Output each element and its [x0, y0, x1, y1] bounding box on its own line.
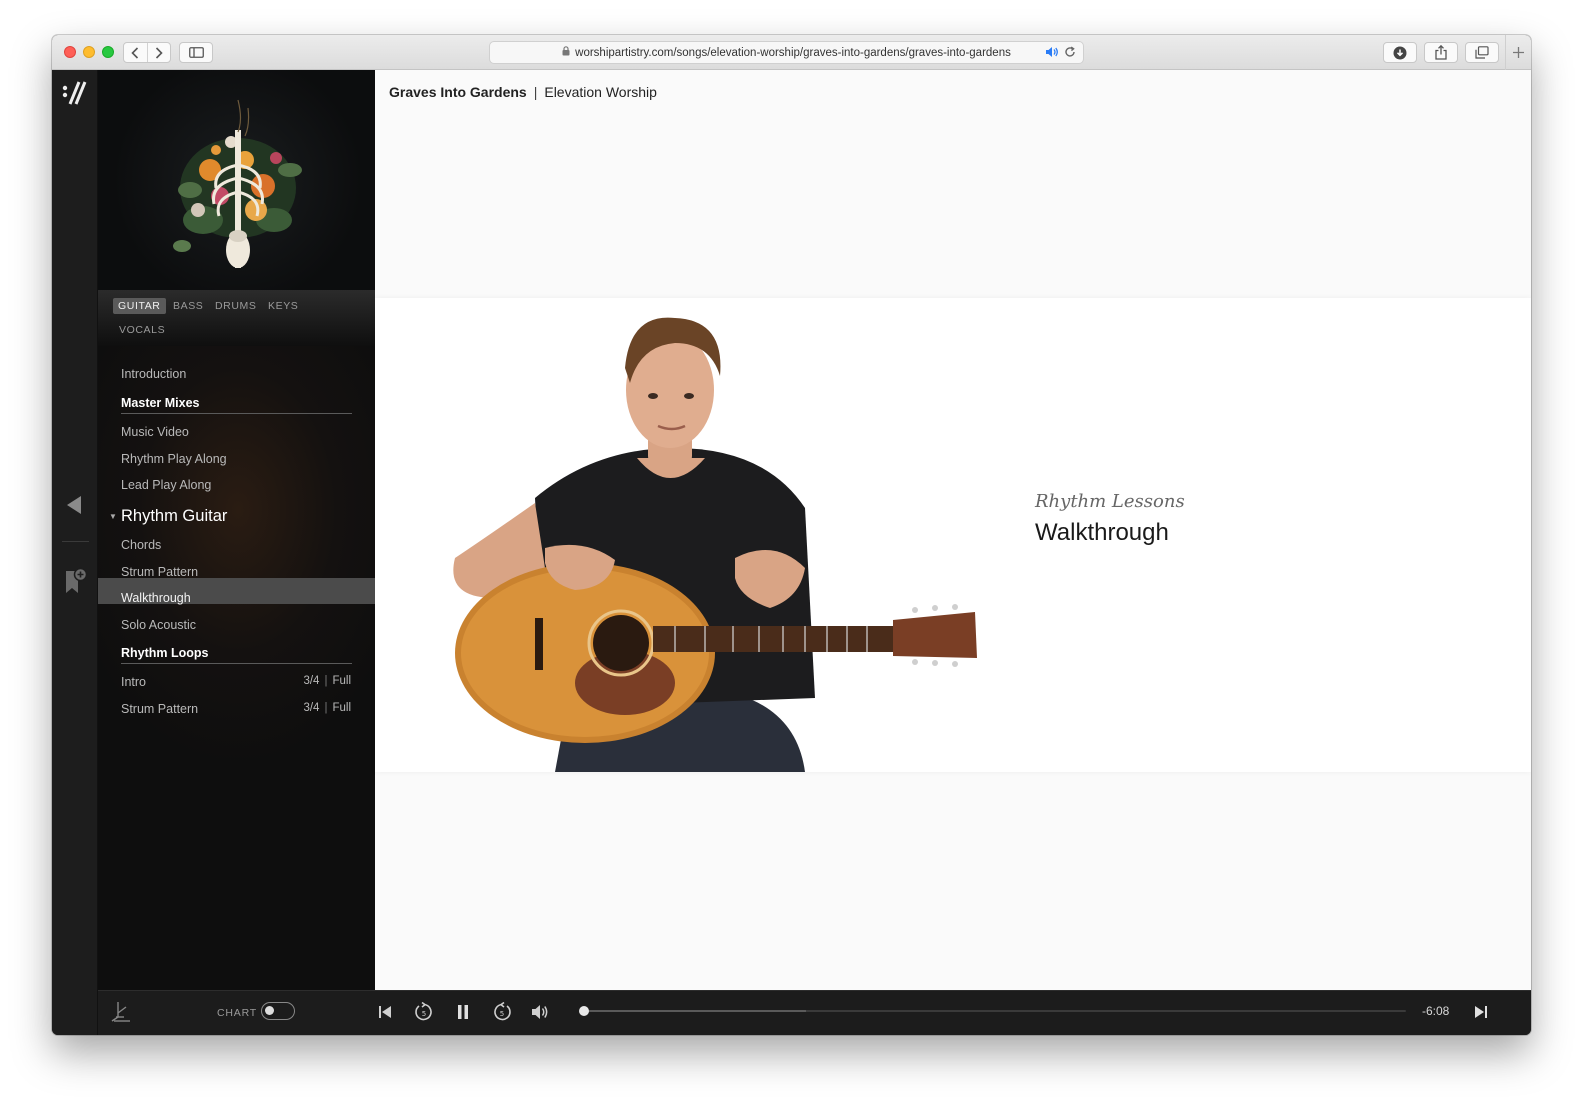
loop-time-signature[interactable]: 3/4 — [303, 702, 319, 714]
master-mixes-header: Master Mixes — [121, 396, 200, 410]
metronome-icon[interactable] — [110, 1000, 132, 1027]
download-icon — [1393, 46, 1407, 59]
svg-text:5: 5 — [422, 1010, 426, 1018]
sidebar-toggle-button[interactable] — [179, 42, 213, 63]
scrubber-handle[interactable] — [579, 1006, 589, 1016]
share-button[interactable] — [1424, 42, 1458, 63]
lesson-title: Walkthrough — [1035, 519, 1169, 546]
rewind-5-button[interactable]: 5 — [412, 1000, 436, 1024]
section-divider — [121, 663, 352, 664]
url-text: worshipartistry.com/songs/elevation-wors… — [575, 46, 1011, 59]
history-nav — [123, 42, 171, 63]
instrument-tabs: GUITAR BASS DRUMS KEYS VOCALS — [98, 290, 375, 346]
menu-item-strum-pattern[interactable]: Strum Pattern — [121, 565, 198, 579]
artist-name: Elevation Worship — [544, 84, 657, 100]
browser-toolbar: worshipartistry.com/songs/elevation-wors… — [52, 35, 1531, 70]
add-bookmark-icon[interactable] — [64, 567, 88, 600]
sidebar-icon — [188, 47, 204, 58]
section-divider — [121, 413, 352, 414]
downloads-button[interactable] — [1383, 42, 1417, 63]
song-title: Graves Into Gardens | Elevation Worship — [389, 84, 657, 100]
minimize-window-button[interactable] — [83, 46, 95, 58]
rhythm-loops-header: Rhythm Loops — [121, 646, 209, 660]
plus-icon — [1513, 47, 1524, 58]
menu-item-rhythm-play-along[interactable]: Rhythm Play Along — [121, 452, 227, 466]
chart-label: CHART — [217, 1007, 257, 1019]
new-tab-button[interactable] — [1505, 35, 1531, 70]
menu-item-solo-acoustic[interactable]: Solo Acoustic — [121, 618, 196, 632]
show-tabs-button[interactable] — [1465, 42, 1499, 63]
media-player-bar: CHART 5 5 -6:08 — [98, 990, 1531, 1035]
lock-icon — [562, 46, 570, 59]
buffered-bar — [584, 1010, 806, 1012]
album-artwork — [98, 70, 375, 290]
next-lesson-button[interactable] — [1469, 1000, 1493, 1024]
loop-meta: 3/4 | Full — [303, 702, 351, 714]
forward-5-icon: 5 — [494, 1002, 511, 1021]
chevron-right-icon — [155, 46, 163, 59]
progress-scrubber[interactable] — [579, 1006, 1406, 1016]
lesson-video[interactable] — [375, 298, 1005, 772]
menu-item-walkthrough[interactable]: Walkthrough — [121, 591, 191, 605]
loop-item-intro[interactable]: Intro — [121, 675, 146, 689]
share-icon — [1435, 45, 1447, 60]
tab-keys[interactable]: KEYS — [263, 298, 303, 314]
speaker-icon[interactable] — [1045, 46, 1059, 61]
rhythm-guitar-section[interactable]: Rhythm Guitar — [121, 507, 227, 526]
lesson-category: Rhythm Lessons — [1035, 491, 1185, 512]
title-separator: | — [533, 84, 538, 100]
speaker-icon — [532, 1005, 548, 1019]
menu-item-lead-play-along[interactable]: Lead Play Along — [121, 478, 211, 492]
skip-previous-icon — [379, 1006, 391, 1018]
loop-time-signature[interactable]: 3/4 — [303, 675, 319, 687]
loop-full-link[interactable]: Full — [332, 675, 351, 687]
loop-item-strum-pattern[interactable]: Strum Pattern — [121, 702, 198, 716]
menu-item-introduction[interactable]: Introduction — [121, 367, 186, 381]
time-remaining: -6:08 — [1422, 1004, 1450, 1018]
address-bar[interactable]: worshipartistry.com/songs/elevation-wors… — [489, 41, 1084, 64]
toggle-knob — [265, 1006, 274, 1015]
reload-icon[interactable] — [1064, 46, 1076, 61]
song-name: Graves Into Gardens — [389, 84, 527, 100]
worship-artistry-logo[interactable] — [61, 80, 89, 111]
zoom-window-button[interactable] — [102, 46, 114, 58]
skip-next-icon — [1475, 1006, 1487, 1018]
menu-item-chords[interactable]: Chords — [121, 538, 161, 552]
loop-full-link[interactable]: Full — [332, 702, 351, 714]
pause-button[interactable] — [451, 1000, 475, 1024]
forward-button[interactable] — [146, 43, 170, 62]
loop-meta: 3/4 | Full — [303, 675, 351, 687]
svg-text:5: 5 — [500, 1010, 504, 1018]
lesson-sidebar: GUITAR BASS DRUMS KEYS VOCALS Introducti… — [98, 70, 375, 990]
menu-item-music-video[interactable]: Music Video — [121, 425, 189, 439]
expand-caret-icon[interactable]: ▼ — [109, 512, 117, 521]
pause-icon — [458, 1005, 468, 1019]
skip-back-button[interactable] — [373, 1000, 397, 1024]
chevron-left-icon — [131, 46, 139, 59]
main-content: Graves Into Gardens | Elevation Worship — [375, 70, 1531, 990]
collapse-sidebar-icon[interactable] — [66, 495, 82, 520]
tabs-icon — [1475, 46, 1489, 59]
chart-toggle[interactable] — [261, 1002, 295, 1020]
app-rail — [52, 70, 98, 1035]
tab-guitar[interactable]: GUITAR — [113, 298, 166, 314]
tab-drums[interactable]: DRUMS — [210, 298, 262, 314]
rail-divider — [62, 541, 89, 542]
close-window-button[interactable] — [64, 46, 76, 58]
browser-window: worshipartistry.com/songs/elevation-wors… — [52, 35, 1531, 1035]
tab-bass[interactable]: BASS — [168, 298, 208, 314]
rewind-5-icon: 5 — [415, 1002, 432, 1021]
forward-5-button[interactable]: 5 — [490, 1000, 514, 1024]
back-button[interactable] — [124, 43, 147, 62]
volume-button[interactable] — [528, 1000, 552, 1024]
lesson-stage: Rhythm Lessons Walkthrough — [375, 298, 1531, 772]
tab-vocals[interactable]: VOCALS — [114, 322, 170, 338]
